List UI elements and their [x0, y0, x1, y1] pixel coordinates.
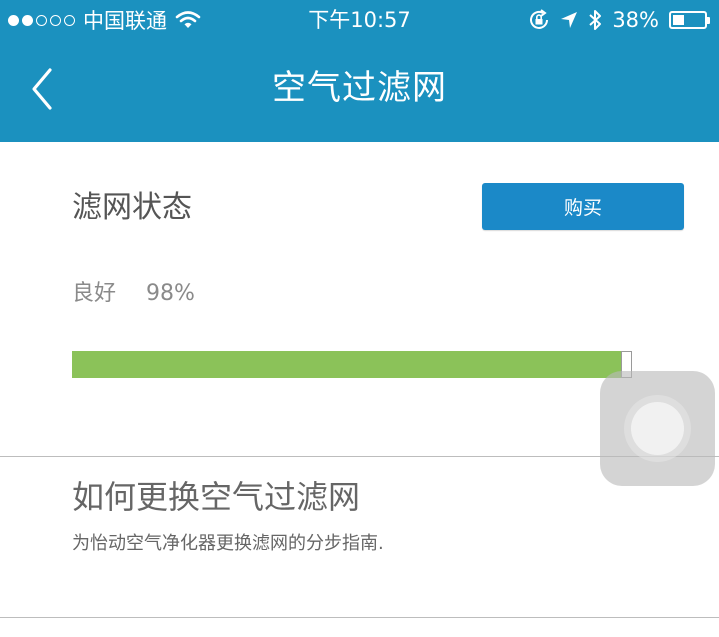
rotation-lock-icon: [530, 9, 549, 29]
replace-guide-description[interactable]: 为怡动空气净化器更换滤网的分步指南.: [72, 530, 384, 558]
filter-progress-fill: [72, 351, 621, 378]
section-divider-bottom: [0, 617, 719, 618]
status-bar: 中国联通 下午10:57 38%: [0, 0, 719, 40]
filter-state-row: 良好 98%: [72, 278, 195, 310]
battery-percent: 38%: [612, 8, 659, 32]
buy-button[interactable]: 购买: [482, 183, 684, 230]
location-arrow-icon: [561, 12, 578, 28]
filter-status-heading: 滤网状态: [72, 190, 192, 225]
filter-state-label: 良好: [72, 281, 117, 306]
page-title: 空气过滤网: [272, 68, 447, 108]
assistive-touch-center: [631, 402, 684, 455]
status-right: 38%: [528, 6, 710, 34]
battery-fill: [673, 15, 685, 25]
filter-progress-bar: [72, 351, 632, 378]
assistive-touch-icon[interactable]: [600, 371, 715, 486]
header: 中国联通 下午10:57 38% 空气过滤网: [0, 0, 719, 142]
battery-icon: [669, 11, 710, 29]
filter-percent: 98%: [146, 281, 195, 306]
bluetooth-icon: [589, 10, 602, 30]
replace-guide-title[interactable]: 如何更换空气过滤网: [72, 474, 360, 520]
